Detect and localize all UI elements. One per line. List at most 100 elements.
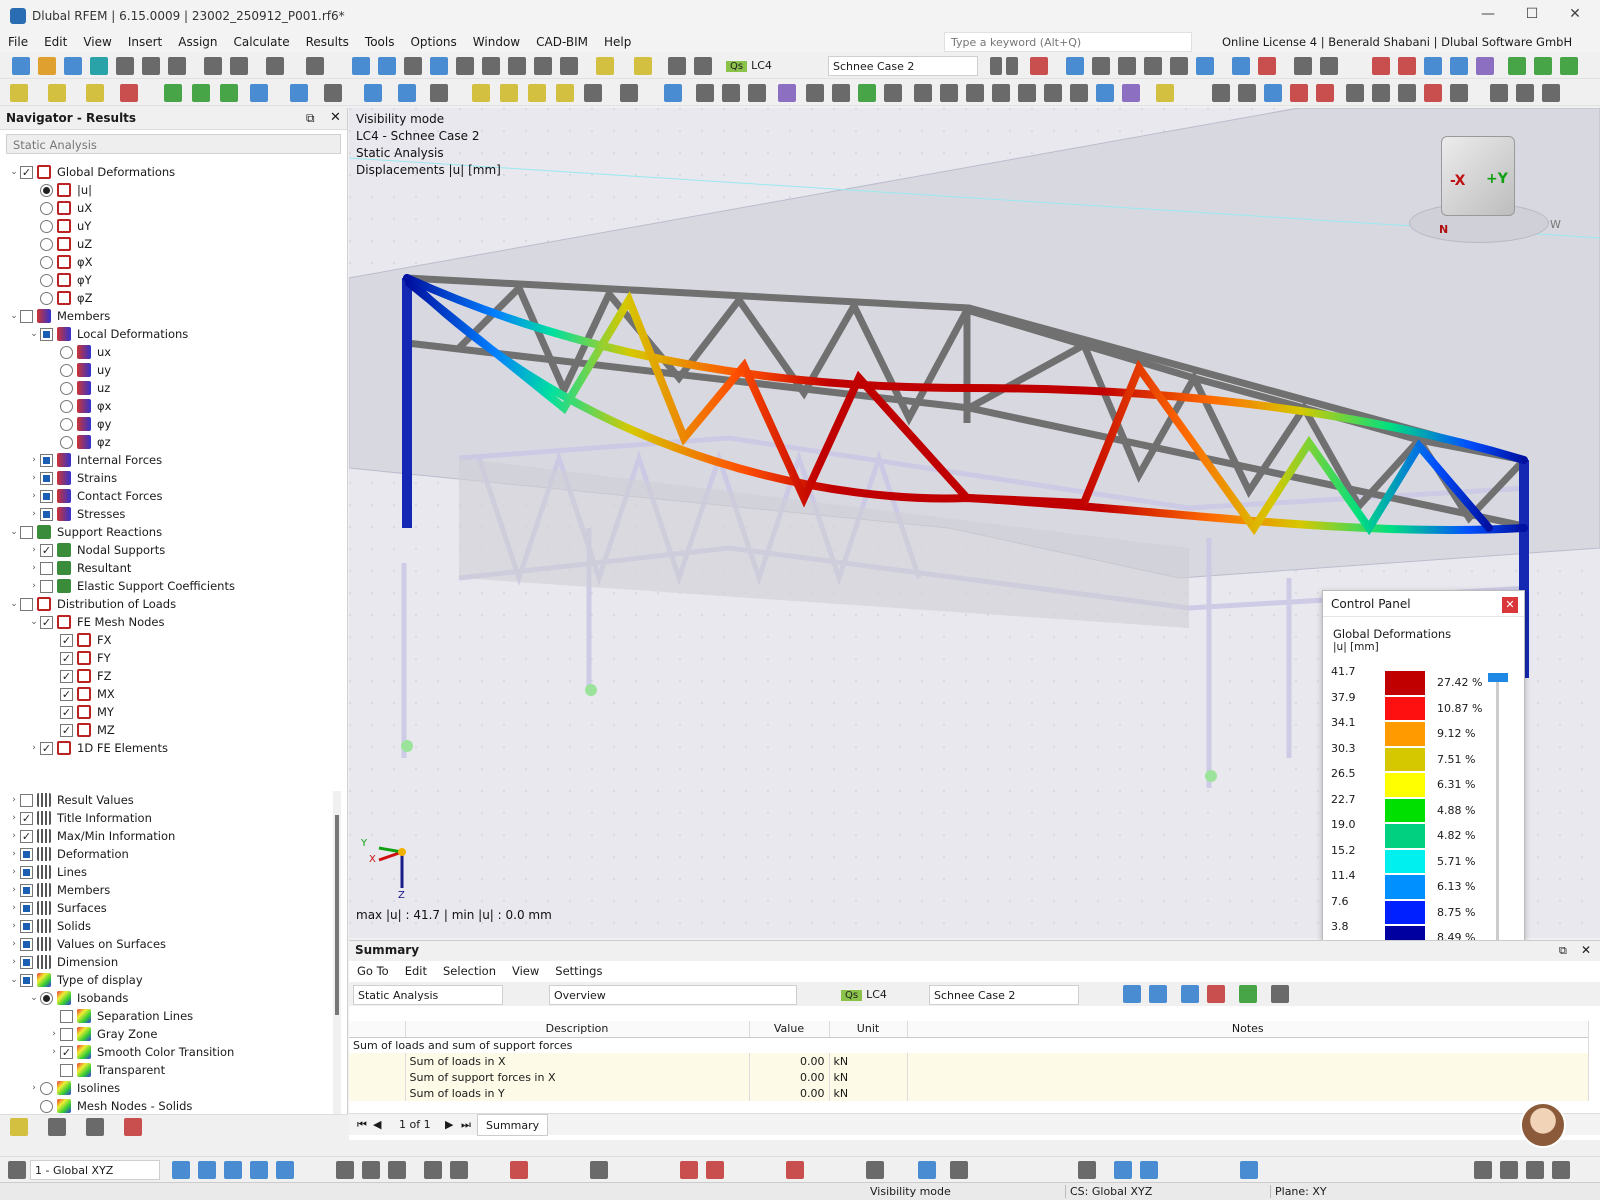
bt-b-icon[interactable]: [198, 1161, 216, 1179]
member-icon[interactable]: [1118, 57, 1136, 75]
deform-icon[interactable]: [1232, 57, 1250, 75]
bt-q-icon[interactable]: [950, 1161, 968, 1179]
tree-item[interactable]: ⌄ Isobands: [0, 989, 348, 1007]
legend-slider-top[interactable]: [1488, 673, 1508, 682]
bt-o-icon[interactable]: [786, 1161, 804, 1179]
view-a-icon[interactable]: [914, 84, 932, 102]
tree-checkbox[interactable]: ✓: [60, 633, 73, 647]
frame-icon[interactable]: [324, 84, 342, 102]
summary-menu-settings[interactable]: Settings: [547, 964, 610, 978]
box-icon[interactable]: [1424, 57, 1442, 75]
clip-icon[interactable]: [696, 84, 714, 102]
bt-n-icon[interactable]: [706, 1161, 724, 1179]
bt-g-icon[interactable]: [362, 1161, 380, 1179]
menu-assign[interactable]: Assign: [170, 35, 225, 49]
bt-j-icon[interactable]: [450, 1161, 468, 1179]
node-icon[interactable]: [164, 84, 182, 102]
tree-checkbox[interactable]: [40, 561, 53, 575]
summary-menu-edit[interactable]: Edit: [397, 964, 435, 978]
tree-checkbox[interactable]: [40, 507, 53, 521]
line-view-icon[interactable]: [884, 84, 902, 102]
assistant-avatar[interactable]: [1520, 1102, 1566, 1148]
tree-item[interactable]: › Gray Zone: [0, 1025, 348, 1043]
menu-tools[interactable]: Tools: [357, 35, 403, 49]
collapse-icon[interactable]: ⌄: [8, 599, 20, 609]
layer-c-icon[interactable]: [1542, 84, 1560, 102]
tree-checkbox[interactable]: [20, 883, 33, 897]
cube-icon[interactable]: [364, 84, 382, 102]
collapse-icon[interactable]: ⌄: [28, 617, 40, 627]
table-grid-icon[interactable]: [378, 57, 396, 75]
expand-icon[interactable]: ›: [28, 563, 40, 573]
summary-menu-selection[interactable]: Selection: [435, 964, 504, 978]
tree-item[interactable]: › Solids: [0, 917, 348, 935]
tree-item[interactable]: φy: [0, 415, 348, 433]
tree-item[interactable]: › Surfaces: [0, 899, 348, 917]
report-icon[interactable]: [204, 57, 222, 75]
color-icon[interactable]: [1156, 84, 1174, 102]
layer-a-icon[interactable]: [1490, 84, 1508, 102]
tree-item[interactable]: › Lines: [0, 863, 348, 881]
render-3-icon[interactable]: [1264, 84, 1282, 102]
tree-item[interactable]: › Resultant: [0, 559, 348, 577]
dimension-icon[interactable]: [404, 57, 422, 75]
tree-item[interactable]: φY: [0, 271, 348, 289]
tree-item[interactable]: ✓ MY: [0, 703, 348, 721]
tree-checkbox[interactable]: [20, 955, 33, 969]
render-5-icon[interactable]: [1316, 84, 1334, 102]
tree-radio[interactable]: [60, 435, 73, 449]
summary-tool-f-icon[interactable]: [1271, 985, 1289, 1003]
tree-checkbox[interactable]: ✓: [60, 687, 73, 701]
view-c-icon[interactable]: [966, 84, 984, 102]
results-icon[interactable]: [1066, 57, 1084, 75]
collapse-icon[interactable]: ⌄: [8, 975, 20, 985]
tree-checkbox[interactable]: [60, 1009, 73, 1023]
tree-item[interactable]: ✓ FY: [0, 649, 348, 667]
box-2-icon[interactable]: [1450, 57, 1468, 75]
bt-w-icon[interactable]: [1500, 1161, 1518, 1179]
support-icon[interactable]: [1092, 57, 1110, 75]
tree-radio[interactable]: [40, 991, 53, 1005]
grid-icon[interactable]: [584, 84, 602, 102]
table-icon[interactable]: [352, 57, 370, 75]
delete-icon[interactable]: [1398, 57, 1416, 75]
last-page-icon[interactable]: ⏭: [461, 1118, 471, 1132]
guide-icon[interactable]: [430, 84, 448, 102]
view-i-icon[interactable]: [1122, 84, 1140, 102]
menu-calculate[interactable]: Calculate: [226, 35, 298, 49]
tree-radio[interactable]: [40, 219, 53, 233]
tree-item[interactable]: uy: [0, 361, 348, 379]
snap-icon[interactable]: [8, 1161, 26, 1179]
tree-checkbox[interactable]: ✓: [40, 741, 53, 755]
bt-a-icon[interactable]: [172, 1161, 190, 1179]
surface-view-icon[interactable]: [806, 84, 824, 102]
cube-face-x[interactable]: -X: [1450, 173, 1465, 189]
menu-options[interactable]: Options: [402, 35, 464, 49]
node-3-icon[interactable]: [220, 84, 238, 102]
collapse-icon[interactable]: ⌄: [28, 993, 40, 1003]
tree-checkbox[interactable]: ✓: [60, 651, 73, 665]
model-2-icon[interactable]: [694, 57, 712, 75]
maximize-button[interactable]: ☐: [1522, 6, 1542, 26]
tree-checkbox[interactable]: ✓: [40, 543, 53, 557]
next-lc-icon[interactable]: [1006, 57, 1018, 75]
bt-k-icon[interactable]: [510, 1161, 528, 1179]
tree-item[interactable]: ⌄ ✓ Global Deformations: [0, 163, 348, 181]
expand-icon[interactable]: ›: [8, 939, 20, 949]
view-f-icon[interactable]: [1044, 84, 1062, 102]
tree-item[interactable]: › ✓ Title Information: [0, 809, 348, 827]
values-icon[interactable]: [1144, 57, 1162, 75]
results-off-icon[interactable]: [1030, 57, 1048, 75]
design-icon[interactable]: [596, 57, 614, 75]
expand-icon[interactable]: ›: [8, 921, 20, 931]
tree-checkbox[interactable]: [20, 919, 33, 933]
cube-face-y[interactable]: +Y: [1486, 171, 1508, 187]
clip-2-icon[interactable]: [722, 84, 740, 102]
expand-icon[interactable]: ›: [8, 813, 20, 823]
solid-view-icon[interactable]: [832, 84, 850, 102]
axis-icon[interactable]: [1508, 57, 1526, 75]
control-panel-close-button[interactable]: ✕: [1502, 597, 1518, 613]
view-b-icon[interactable]: [940, 84, 958, 102]
tree-checkbox[interactable]: ✓: [60, 705, 73, 719]
tree-item[interactable]: › Isolines: [0, 1079, 348, 1097]
